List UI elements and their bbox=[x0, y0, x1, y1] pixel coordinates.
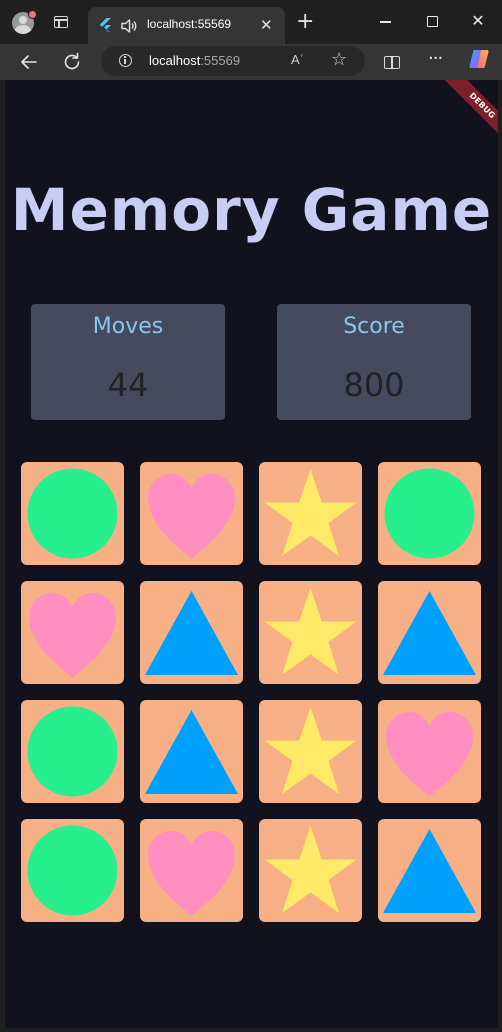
memory-card[interactable] bbox=[21, 700, 124, 803]
tab-title: localhost:55569 bbox=[147, 17, 232, 31]
copilot-icon[interactable] bbox=[468, 48, 490, 70]
app-viewport: DEBUG Memory Game Moves 44 Score 800 bbox=[5, 80, 498, 1028]
memory-card[interactable] bbox=[259, 700, 362, 803]
tab-close-icon[interactable]: ✕ bbox=[260, 16, 273, 34]
moves-label: Moves bbox=[92, 314, 164, 339]
memory-card[interactable] bbox=[378, 581, 481, 684]
flutter-favicon bbox=[99, 18, 111, 32]
memory-card[interactable] bbox=[21, 462, 124, 565]
speaker-icon[interactable] bbox=[120, 18, 138, 34]
new-tab-button[interactable]: + bbox=[296, 10, 314, 34]
triangle-icon bbox=[145, 591, 238, 675]
star-icon bbox=[264, 826, 357, 913]
back-icon[interactable] bbox=[17, 50, 41, 74]
heart-icon bbox=[148, 831, 235, 916]
triangle-icon bbox=[145, 710, 238, 794]
notification-dot bbox=[28, 10, 37, 19]
circle-icon bbox=[384, 468, 475, 559]
star-icon bbox=[264, 588, 357, 675]
heart-icon bbox=[148, 474, 235, 559]
memory-card[interactable] bbox=[259, 819, 362, 922]
minimize-button[interactable] bbox=[374, 10, 398, 34]
memory-card[interactable] bbox=[378, 700, 481, 803]
heart-icon bbox=[386, 712, 473, 797]
more-icon[interactable]: ··· bbox=[428, 48, 443, 69]
tab-actions-icon[interactable] bbox=[54, 16, 68, 28]
split-screen-icon[interactable] bbox=[384, 56, 400, 69]
star-icon bbox=[264, 707, 357, 794]
window-close-button[interactable]: ✕ bbox=[466, 10, 490, 34]
memory-card[interactable] bbox=[378, 819, 481, 922]
score-panel: Score 800 bbox=[277, 304, 471, 420]
url-host: localhost bbox=[149, 53, 201, 68]
circle-icon bbox=[27, 468, 118, 559]
memory-card[interactable] bbox=[140, 462, 243, 565]
favorite-icon[interactable]: ☆ bbox=[331, 49, 347, 70]
circle-icon bbox=[27, 825, 118, 916]
info-icon[interactable] bbox=[119, 54, 132, 67]
triangle-icon bbox=[383, 829, 476, 913]
moves-value: 44 bbox=[107, 366, 149, 404]
memory-card[interactable] bbox=[378, 462, 481, 565]
heart-icon bbox=[29, 593, 116, 678]
memory-card[interactable] bbox=[21, 581, 124, 684]
memory-card[interactable] bbox=[259, 462, 362, 565]
reload-icon[interactable] bbox=[60, 50, 84, 74]
page-title: Memory Game bbox=[10, 176, 493, 244]
read-aloud-icon[interactable]: Aʾ bbox=[291, 52, 304, 67]
debug-banner: DEBUG bbox=[440, 80, 498, 148]
circle-icon bbox=[27, 706, 118, 797]
memory-card[interactable] bbox=[140, 581, 243, 684]
maximize-button[interactable] bbox=[420, 10, 444, 34]
memory-card[interactable] bbox=[140, 700, 243, 803]
score-label: Score bbox=[343, 314, 405, 339]
browser-toolbar: localhost:55569 Aʾ ☆ ··· bbox=[0, 44, 502, 80]
score-value: 800 bbox=[343, 366, 405, 404]
memory-card[interactable] bbox=[140, 819, 243, 922]
browser-title-bar: localhost:55569 ✕ + ✕ bbox=[0, 0, 502, 44]
address-bar[interactable]: localhost:55569 Aʾ ☆ bbox=[101, 46, 365, 76]
triangle-icon bbox=[383, 591, 476, 675]
url-text[interactable]: localhost:55569 bbox=[149, 53, 240, 68]
star-icon bbox=[264, 469, 357, 556]
memory-card[interactable] bbox=[259, 581, 362, 684]
url-port: :55569 bbox=[200, 53, 241, 68]
browser-tab[interactable]: localhost:55569 ✕ bbox=[88, 7, 285, 44]
moves-panel: Moves 44 bbox=[31, 304, 225, 420]
memory-card[interactable] bbox=[21, 819, 124, 922]
